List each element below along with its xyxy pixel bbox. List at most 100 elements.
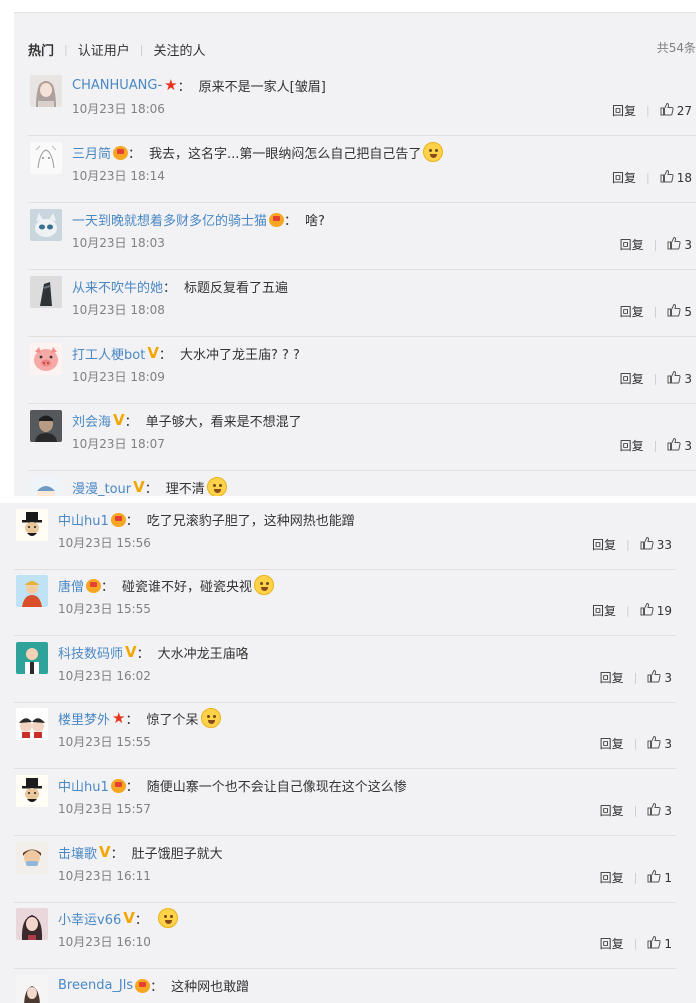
like-button[interactable]: 3 xyxy=(647,735,672,752)
reply-button[interactable]: 回复 xyxy=(600,802,624,819)
sketch-avatar[interactable] xyxy=(30,142,62,174)
colon: ： xyxy=(125,712,139,728)
action-divider: | xyxy=(646,171,650,184)
comment-time: 10月23日 15:55 xyxy=(58,735,151,749)
reply-button[interactable]: 回复 xyxy=(592,602,616,619)
tab-following[interactable]: 关注的人 xyxy=(153,40,205,59)
emoji-icon xyxy=(423,142,444,162)
hat-avatar[interactable] xyxy=(16,509,48,541)
username-link[interactable]: 科技数码师 xyxy=(58,643,123,662)
tech-avatar[interactable] xyxy=(16,642,48,674)
reply-button[interactable]: 回复 xyxy=(600,935,624,952)
comment-item: Breenda_Jls ： 这种网也敢蹭 xyxy=(14,969,676,1003)
hat-avatar[interactable] xyxy=(16,775,48,807)
like-button[interactable]: 18 xyxy=(660,169,692,186)
like-count: 3 xyxy=(684,371,692,386)
tab-verified-users[interactable]: 认证用户 xyxy=(78,40,130,59)
comment-actions: 回复 | 3 xyxy=(600,669,672,686)
username-link[interactable]: 漫漫_tour xyxy=(72,478,131,497)
like-button[interactable]: 3 xyxy=(667,236,692,253)
man-avatar[interactable] xyxy=(30,410,62,442)
colon: ： xyxy=(144,481,158,497)
pig-avatar[interactable] xyxy=(30,343,62,375)
verified-v-icon: V xyxy=(113,410,125,429)
like-button[interactable]: 1 xyxy=(647,869,672,886)
colon: ： xyxy=(110,846,124,862)
like-count: 3 xyxy=(684,237,692,252)
comment-line: 楼里梦外 ★： 惊了个呆 xyxy=(58,708,221,728)
reply-button[interactable]: 回复 xyxy=(600,669,624,686)
reply-button[interactable]: 回复 xyxy=(620,303,644,320)
comment-text: 单子够大，看来是不想混了 xyxy=(145,414,302,430)
tab-hot[interactable]: 热门 xyxy=(28,40,54,59)
action-divider: | xyxy=(653,372,658,385)
comment-line: 唐僧 ： 碰瓷谁不好，碰瓷央视 xyxy=(58,575,275,595)
girl3-avatar[interactable] xyxy=(16,975,48,1003)
username-link[interactable]: Breenda_Jls xyxy=(58,978,133,993)
username-link[interactable]: 一天到晚就想着多财多亿的骑士猫 xyxy=(72,210,267,229)
thumbs-up-icon xyxy=(640,602,657,619)
username-link[interactable]: 击壤歌 xyxy=(58,843,97,862)
username-link[interactable]: 中山hu1 xyxy=(58,776,109,795)
username-link[interactable]: 从来不吹牛的她 xyxy=(72,277,163,296)
cartoon-avatar[interactable] xyxy=(30,477,62,496)
comment-text: 大水冲龙王庙咯 xyxy=(157,646,249,662)
reply-button[interactable]: 回复 xyxy=(620,437,644,454)
action-divider: | xyxy=(633,804,638,817)
reply-button[interactable]: 回复 xyxy=(592,536,616,553)
comment-line: 漫漫_tour V： 理不清 xyxy=(72,477,227,496)
action-divider: | xyxy=(653,439,658,452)
username-link[interactable]: 楼里梦外 xyxy=(58,709,110,728)
reply-button[interactable]: 回复 xyxy=(620,370,644,387)
username-link[interactable]: 中山hu1 xyxy=(58,510,109,529)
comment-actions: 回复 | 1 xyxy=(600,935,672,952)
like-button[interactable]: 27 xyxy=(660,102,692,119)
comment-time: 10月23日 16:02 xyxy=(58,669,151,683)
thumbs-up-icon xyxy=(640,536,657,553)
comment-text: 这种网也敢蹭 xyxy=(171,979,250,995)
like-button[interactable]: 3 xyxy=(647,802,672,819)
like-button[interactable]: 33 xyxy=(640,536,672,553)
cat-avatar[interactable] xyxy=(30,209,62,241)
like-button[interactable]: 19 xyxy=(640,602,672,619)
thumbs-up-icon xyxy=(667,370,684,387)
comment-actions: 回复 | 3 xyxy=(600,735,672,752)
member-badge-icon xyxy=(135,979,151,993)
like-button[interactable]: 3 xyxy=(667,370,692,387)
comment-line: 打工人梗bot V： 大水冲了龙王庙? ? ? xyxy=(72,343,300,363)
comment-text: 理不清 xyxy=(165,481,205,497)
comment-text: 碰瓷谁不好，碰瓷央视 xyxy=(122,579,253,595)
reply-button[interactable]: 回复 xyxy=(620,236,644,253)
username-link[interactable]: 刘会海 xyxy=(72,411,111,430)
username-link[interactable]: CHANHUANG- xyxy=(72,78,162,93)
action-divider: | xyxy=(653,305,658,318)
boy-avatar[interactable] xyxy=(16,842,48,874)
monk-avatar[interactable] xyxy=(16,575,48,607)
like-button[interactable]: 1 xyxy=(647,935,672,952)
username-link[interactable]: 打工人梗bot xyxy=(72,344,145,363)
comment-time: 10月23日 18:03 xyxy=(72,236,165,250)
reply-button[interactable]: 回复 xyxy=(600,869,624,886)
reply-button[interactable]: 回复 xyxy=(612,169,636,186)
reply-button[interactable]: 回复 xyxy=(612,102,636,119)
thumbs-up-icon xyxy=(647,935,664,952)
comment-time: 10月23日 18:14 xyxy=(72,169,165,183)
colon: ： xyxy=(163,280,177,296)
comment-item: 中山hu1 ： 随便山寨一个也不会让自己像现在这个这么惨 10月23日 15:57 回复… xyxy=(14,769,676,836)
like-button[interactable]: 3 xyxy=(647,669,672,686)
anime-avatar[interactable] xyxy=(16,708,48,740)
comment-time: 10月23日 15:57 xyxy=(58,802,151,816)
like-count: 18 xyxy=(676,170,692,185)
like-button[interactable]: 3 xyxy=(667,437,692,454)
star-badge-icon: ★ xyxy=(112,708,126,727)
dark-avatar[interactable] xyxy=(30,276,62,308)
username-link[interactable]: 小幸运v66 xyxy=(58,909,121,928)
thumbs-up-icon xyxy=(660,102,677,119)
girl2-avatar[interactable] xyxy=(16,908,48,940)
reply-button[interactable]: 回复 xyxy=(600,735,624,752)
username-link[interactable]: 唐僧 xyxy=(58,576,84,595)
girl-avatar[interactable] xyxy=(30,75,62,107)
username-link[interactable]: 三月简 xyxy=(72,143,111,162)
like-button[interactable]: 5 xyxy=(667,303,692,320)
thumbs-up-icon xyxy=(647,669,664,686)
